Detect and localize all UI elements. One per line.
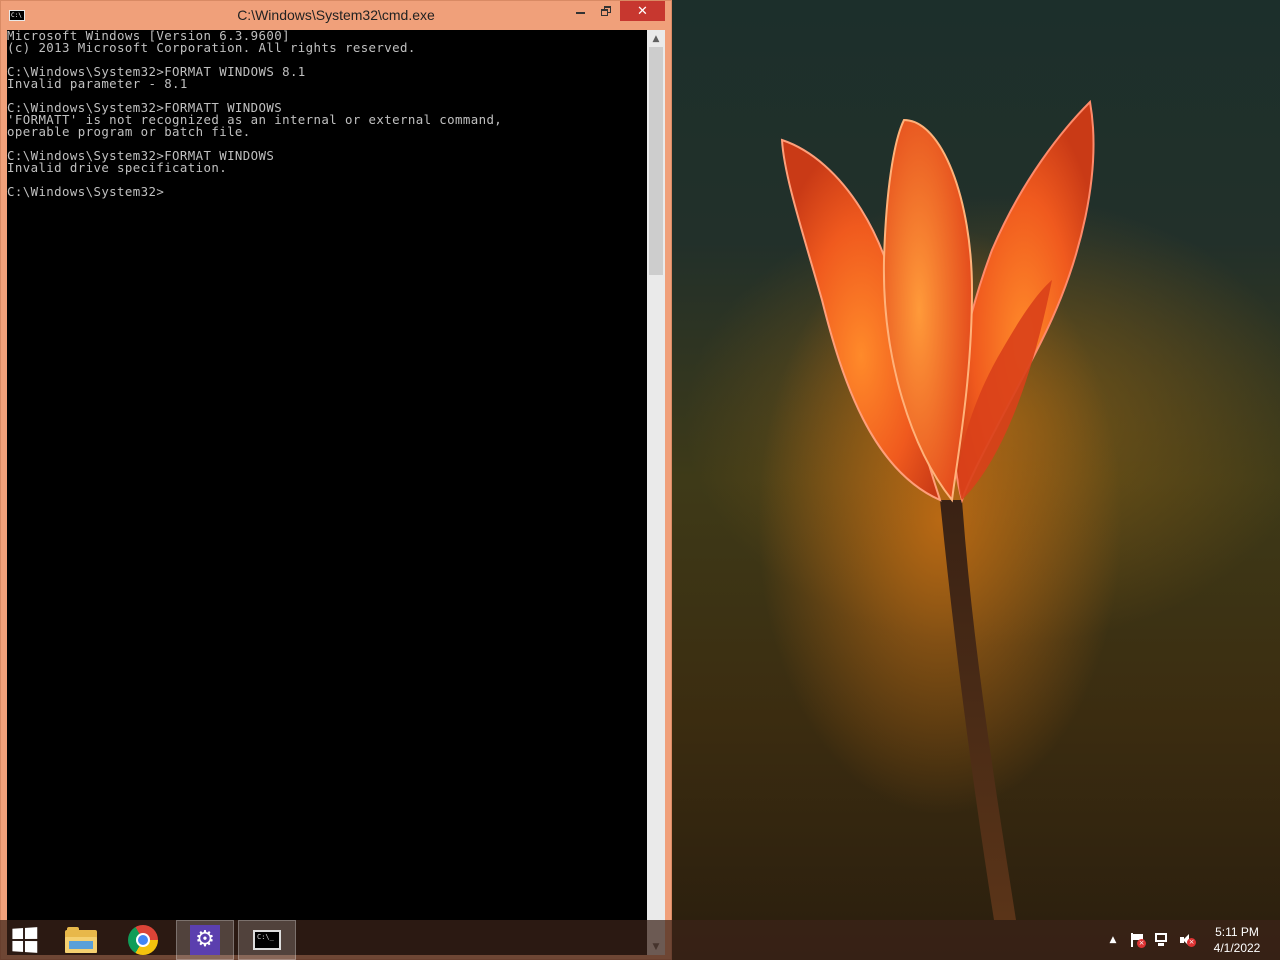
chrome-button[interactable] — [114, 920, 172, 960]
restore-button[interactable] — [593, 1, 619, 21]
vertical-scrollbar[interactable]: ▲ ▼ — [647, 30, 665, 955]
console-line: (c) 2013 Microsoft Corporation. All righ… — [7, 40, 416, 55]
scroll-up-icon[interactable]: ▲ — [647, 30, 665, 47]
volume-muted-icon: × — [1179, 933, 1196, 947]
console-text: Microsoft Windows [Version 6.3.9600] (c) … — [7, 29, 647, 199]
file-explorer-button[interactable] — [52, 920, 110, 960]
clock-time: 5:11 PM — [1215, 925, 1259, 939]
gear-icon: ⚙ — [190, 925, 220, 955]
tulip-wallpaper-image — [780, 99, 1095, 920]
title-bar[interactable]: C:\ C:\Windows\System32\cmd.exe ✕ — [1, 1, 671, 30]
console-output[interactable]: Microsoft Windows [Version 6.3.9600] (c) … — [7, 29, 647, 955]
console-line: operable program or batch file. — [7, 124, 251, 139]
restore-icon — [601, 6, 611, 16]
cmd-window: C:\ C:\Windows\System32\cmd.exe ✕ Micros… — [0, 0, 672, 960]
folder-icon — [65, 927, 97, 953]
chrome-icon — [128, 925, 158, 955]
scroll-thumb[interactable] — [649, 47, 663, 275]
network-button[interactable] — [1151, 920, 1173, 960]
show-hidden-icons-icon[interactable]: ▲ — [1104, 920, 1122, 960]
cmd-icon: C:\_ — [253, 930, 281, 950]
minimize-button[interactable] — [567, 1, 593, 21]
console-line: Invalid parameter - 8.1 — [7, 76, 188, 91]
clock-date: 4/1/2022 — [1213, 941, 1261, 955]
taskbar: ⚙ C:\_ ▲ × × 5:11 PM 4/1/2022 — [0, 920, 1280, 960]
windows-logo-icon — [12, 927, 38, 953]
action-center-flag-icon: × — [1130, 933, 1146, 948]
close-button[interactable]: ✕ — [620, 1, 665, 21]
start-button[interactable] — [0, 920, 48, 960]
action-center-button[interactable]: × — [1126, 920, 1148, 960]
console-prompt: C:\Windows\System32> — [7, 184, 165, 199]
minimize-icon — [575, 12, 585, 14]
volume-button[interactable]: × — [1176, 920, 1198, 960]
settings-button[interactable]: ⚙ — [176, 920, 234, 960]
network-icon — [1154, 933, 1170, 947]
command-prompt-button[interactable]: C:\_ — [238, 920, 296, 960]
console-line: Invalid drive specification. — [7, 160, 228, 175]
clock[interactable]: 5:11 PM 4/1/2022 — [1204, 924, 1270, 956]
